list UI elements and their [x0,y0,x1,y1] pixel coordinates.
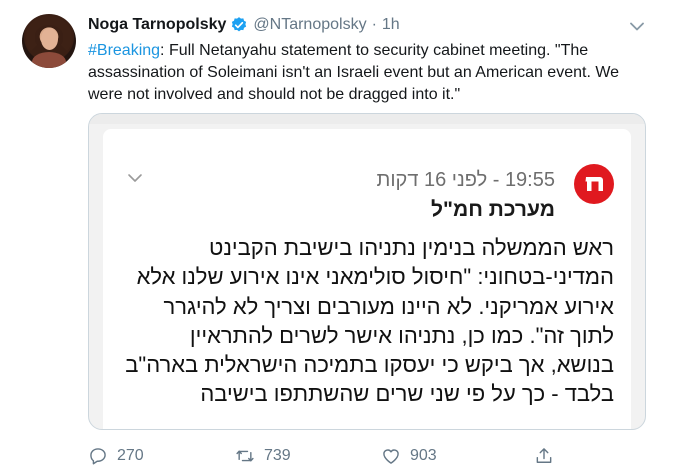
author-handle[interactable]: @NTarnopolsky [253,16,366,34]
screenshot-panel: 19:55 - לפני 16 דקות מערכת חמ"ל ראש הממש… [103,129,631,429]
hashtag-link[interactable]: #Breaking [88,42,160,59]
card-org-name: מערכת חמ"ל [431,198,555,221]
reply-icon [90,448,106,465]
separator-dot: · [371,16,377,33]
tweet-timestamp[interactable]: 1h [382,16,400,34]
avatar-shirt [32,52,66,68]
reply-count: 270 [117,447,144,464]
card-meta-time: 19:55 - לפני 16 דקות [376,169,555,191]
tweet: Noga Tarnopolsky @NTarnopolsky · 1h #Bre… [0,0,676,476]
chevron-down-icon [127,171,143,183]
retweet-count: 739 [264,447,291,464]
card-body-text: ראש הממשלה בנימין נתניהו בישיבת הקבינט ה… [125,235,614,407]
retweet-button[interactable]: 739 [235,444,291,468]
tweet-body: : Full Netanyahu statement to security c… [88,42,620,103]
card-top-strip [89,114,645,124]
like-count: 903 [410,447,437,464]
like-button[interactable]: 903 [381,444,437,468]
tweet-actions: 270 739 903 [88,444,648,470]
tweet-text: #Breaking: Full Netanyahu statement to s… [88,40,648,106]
author-name[interactable]: Noga Tarnopolsky [88,16,226,34]
verified-badge-icon [230,16,248,34]
avatar-face [41,28,58,50]
tweet-header: Noga Tarnopolsky @NTarnopolsky · 1h [88,14,400,36]
retweet-icon [236,450,254,462]
hamal-logo-icon [574,164,614,204]
reply-button[interactable]: 270 [88,444,144,468]
image-card[interactable]: 19:55 - לפני 16 דקות מערכת חמ"ל ראש הממש… [88,113,646,430]
avatar[interactable] [22,14,76,68]
like-icon [383,449,399,464]
chevron-down-icon[interactable] [627,16,647,36]
share-icon [536,448,552,463]
share-button[interactable] [534,444,563,468]
